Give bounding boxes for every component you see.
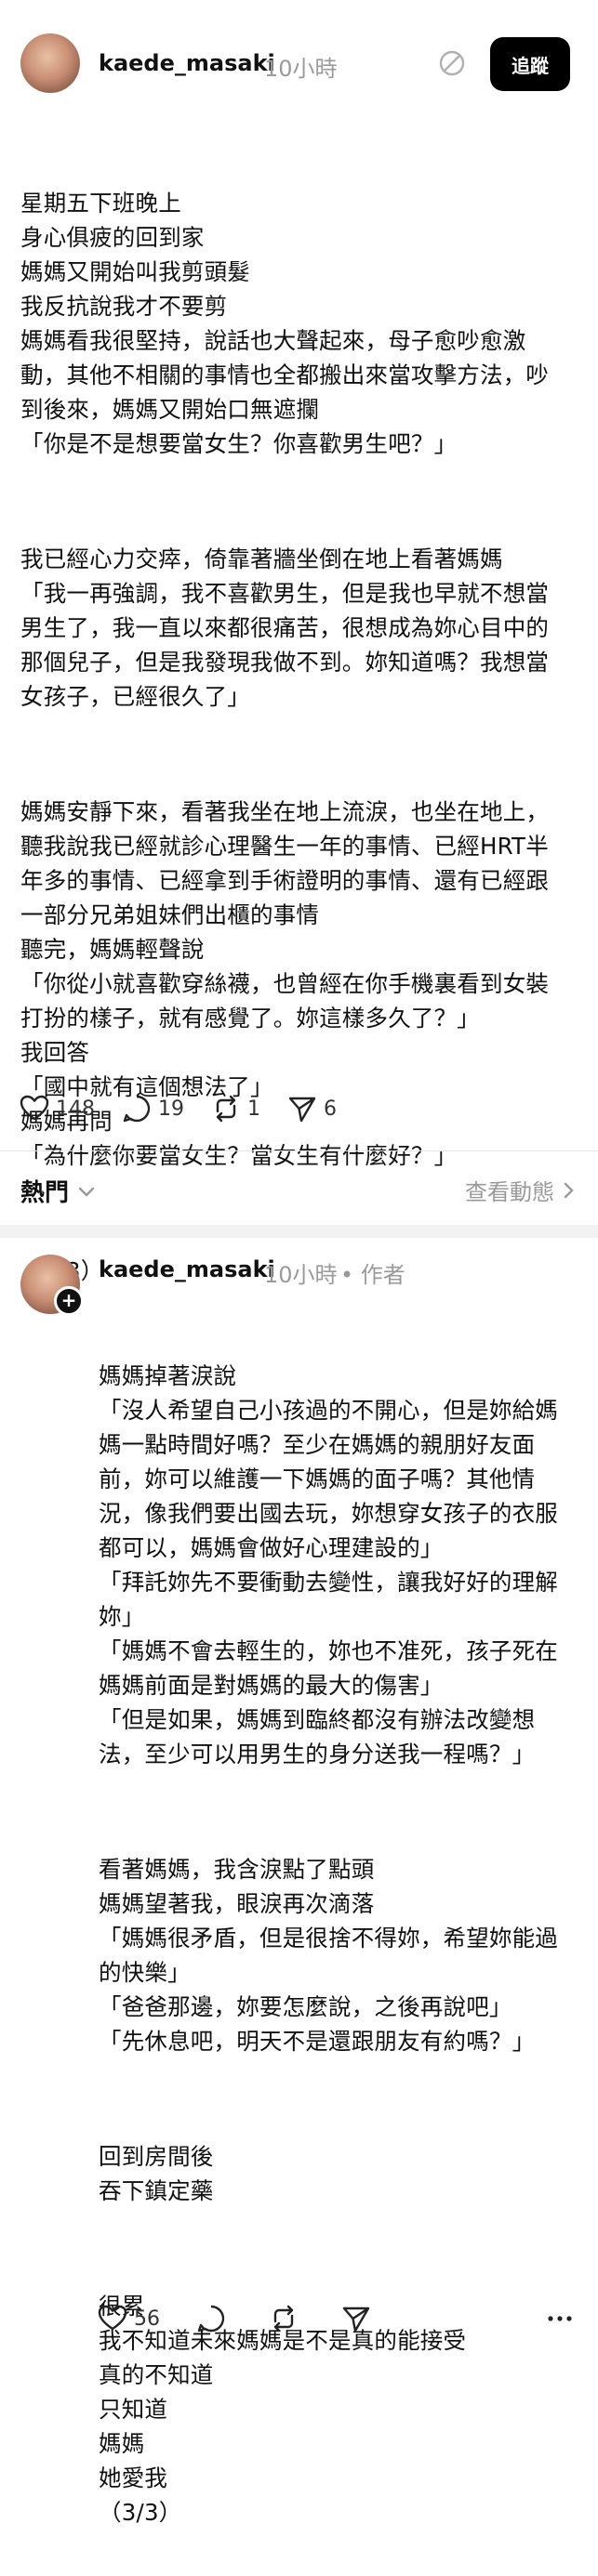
chevron-right-icon	[564, 1182, 574, 1198]
post-paragraph: 媽媽掉著淚說 「沒人希望自己小孩過的不開心，但是妳給媽媽一點時間好嗎？至少在媽媽…	[99, 1362, 558, 1768]
sort-label: 熱門	[20, 1179, 70, 1207]
like-count: 148	[56, 1097, 95, 1121]
post-actions: 148 19 1 6	[19, 1093, 363, 1124]
share-count: 6	[324, 1097, 337, 1121]
post-time: 10小時	[264, 1262, 338, 1288]
repost-count: 1	[247, 1097, 260, 1121]
avatar[interactable]: +	[20, 1255, 84, 1316]
send-icon	[288, 1097, 316, 1123]
post-time: 10小時	[264, 56, 338, 82]
repost-button[interactable]	[268, 2303, 305, 2334]
post-body: 星期五下班晚上 身心俱疲的回到家 媽媽又開始叫我剪頭髮 我反抗說我才不要剪 媽媽…	[20, 117, 558, 1334]
view-activity-label: 查看動態	[465, 1179, 554, 1205]
post-paragraph: 回到房間後 吞下鎮定藥	[99, 2143, 214, 2204]
post-paragraph: 我已經心力交瘁，倚靠著牆坐倒在地上看著媽媽 「我一再強調，我不喜歡男生，但是我也…	[20, 545, 550, 710]
section-divider	[0, 1225, 598, 1238]
comment-icon	[123, 1095, 151, 1123]
view-activity-link[interactable]: 查看動態	[465, 1174, 578, 1206]
sort-bar: 熱門 查看動態	[20, 1166, 578, 1213]
comment-count: 19	[158, 1097, 184, 1121]
share-button[interactable]: 6	[286, 1093, 337, 1124]
post-body: 媽媽掉著淚說 「沒人希望自己小孩過的不開心，但是妳給媽媽一點時間好嗎？至少在媽媽…	[99, 1290, 575, 2576]
chevron-down-icon	[78, 1187, 95, 1197]
follow-plus-icon[interactable]: +	[54, 1286, 84, 1316]
divider	[0, 1150, 598, 1151]
send-icon	[342, 2307, 370, 2333]
heart-icon	[98, 2305, 127, 2331]
sort-dropdown[interactable]: 熱門	[20, 1174, 99, 1208]
like-count: 56	[134, 2307, 160, 2331]
comment-button[interactable]	[195, 2303, 233, 2334]
comment-button[interactable]: 19	[121, 1093, 184, 1124]
post-paragraph: 星期五下班晚上 身心俱疲的回到家 媽媽又開始叫我剪頭髮 我反抗說我才不要剪 媽媽…	[20, 190, 550, 457]
comment-icon	[197, 2305, 225, 2333]
author-tag: • 作者	[340, 1262, 405, 1288]
post-paragraph: 看著媽媽，我含淚點了點頭 媽媽望著我，眼淚再次滴落 「媽媽很矛盾，但是很捨不得妳…	[99, 1856, 558, 2055]
heart-icon	[20, 1095, 49, 1121]
share-button[interactable]	[340, 2303, 378, 2334]
post-actions: 56	[97, 2303, 404, 2334]
follow-button[interactable]: 追蹤	[490, 37, 570, 91]
repost-icon	[273, 2305, 294, 2333]
more-icon[interactable]	[543, 2303, 577, 2334]
mute-icon[interactable]	[437, 48, 467, 78]
repost-button[interactable]: 1	[210, 1093, 260, 1124]
like-button[interactable]: 56	[97, 2303, 160, 2334]
username[interactable]: kaede_masaki	[99, 50, 275, 76]
like-button[interactable]: 148	[19, 1093, 95, 1124]
avatar[interactable]	[20, 33, 80, 93]
repost-icon	[216, 1095, 236, 1123]
username[interactable]: kaede_masaki	[99, 1256, 275, 1282]
